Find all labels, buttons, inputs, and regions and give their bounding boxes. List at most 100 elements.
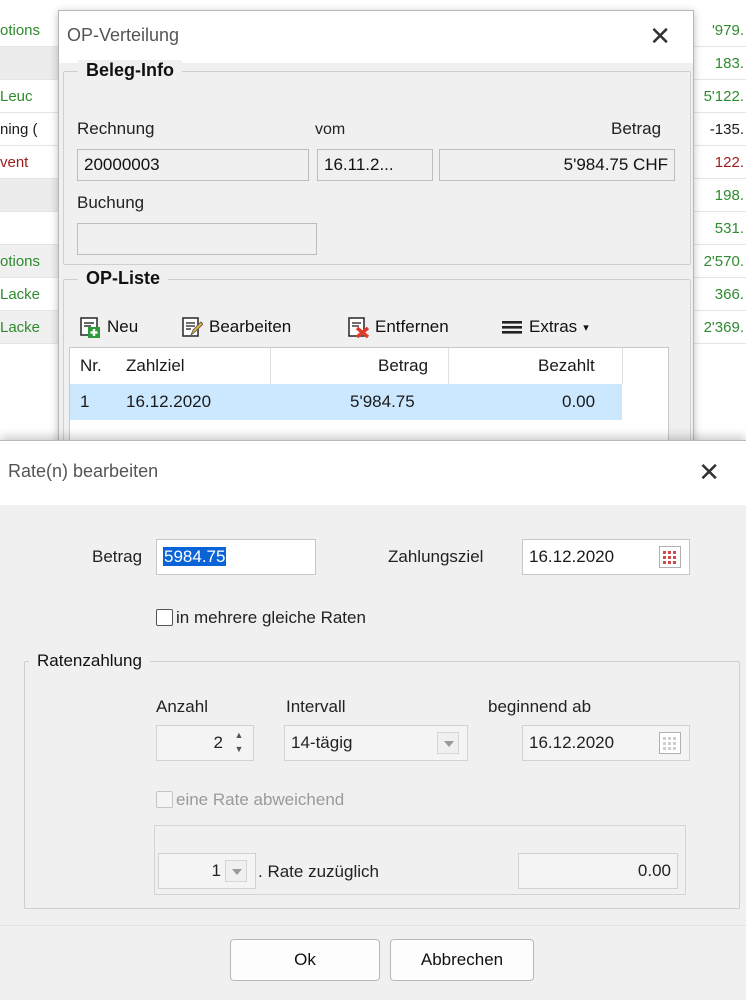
op-liste-table: Nr. Zahlziel Betrag Bezahlt 1 16.12.2020… [69,347,669,451]
background-row[interactable]: ning ( [0,113,62,146]
intervall-value: 14-tägig [291,733,353,752]
background-amount-cell[interactable]: 531. [688,212,746,245]
buchung-label: Buchung [77,193,145,212]
col-betrag-header[interactable]: Betrag [378,356,428,376]
rate-dialog-close-icon[interactable]: ✕ [698,457,720,488]
chevron-down-icon[interactable] [437,732,459,754]
background-amount-cell[interactable]: 5'122. [688,80,746,113]
anzahl-value: 2 [213,733,223,752]
ok-button[interactable]: Ok [230,939,380,981]
op-liste-toolbar: Neu Bearbeiten Entfernen Extras ▾ [69,307,669,347]
chevron-down-icon[interactable] [225,860,247,882]
extras-button[interactable]: Extras ▾ [501,313,589,341]
op-dialog-titlebar: OP-Verteilung ✕ [59,11,693,63]
zahlungsziel-label: Zahlungsziel [388,547,484,566]
anzahl-stepper[interactable]: 2 ▲ ▼ [156,725,254,761]
bearbeiten-button[interactable]: Bearbeiten [181,313,291,341]
calendar-icon[interactable] [659,732,681,754]
calendar-icon[interactable] [659,546,681,568]
rate-zuzueglich-label: . Rate zuzüglich [258,862,379,881]
background-row[interactable]: otions [0,14,62,47]
rate-bearbeiten-dialog: Rate(n) bearbeiten ✕ Betrag 5984.75 Zahl… [0,440,746,1000]
anzahl-label: Anzahl [156,697,208,716]
spinner-arrows-icon[interactable]: ▲ ▼ [231,729,247,757]
background-amount-cell[interactable]: 183. [688,47,746,80]
mehrere-raten-checkbox[interactable] [156,609,173,626]
beginnend-input[interactable]: 16.12.2020 [522,725,690,761]
vom-label: vom [315,121,346,138]
op-dialog-title: OP-Verteilung [67,25,180,45]
betrag-label: Betrag [611,119,662,138]
background-row[interactable]: otions [0,245,62,278]
background-row[interactable] [0,212,62,245]
hamburger-menu-icon [501,316,523,338]
abweichend-label: eine Rate abweichend [176,790,345,809]
background-amount-cell[interactable]: -135. [688,113,746,146]
background-row[interactable]: Lacke [0,311,62,344]
background-left-column: otions Leuc ning (vent otions Lacke Lacke [0,0,62,440]
beginnend-label: beginnend ab [488,697,592,716]
background-row[interactable]: Leuc [0,80,62,113]
col-bezahlt-header[interactable]: Bezahlt [538,356,595,376]
op-liste-header: Nr. Zahlziel Betrag Bezahlt [70,348,668,384]
background-row[interactable]: Lacke [0,278,62,311]
add-document-icon [79,316,101,338]
abweichend-checkbox[interactable] [156,791,173,808]
delete-document-icon [347,316,370,339]
bearbeiten-label: Bearbeiten [209,317,292,336]
intervall-select[interactable]: 14-tägig [284,725,468,761]
background-row[interactable] [0,179,62,212]
background-amount-cell[interactable]: '979. [688,14,746,47]
column-separator [448,348,449,384]
cell-bezahlt: 0.00 [562,392,596,411]
entfernen-button[interactable]: Entfernen [347,313,449,341]
neu-label: Neu [107,317,139,336]
extras-dropdown-arrow-icon: ▾ [583,321,589,334]
abbrechen-button[interactable]: Abbrechen [390,939,534,981]
betrag-input-value: 5984.75 [163,547,227,566]
op-dialog-close-icon[interactable]: ✕ [649,21,671,52]
ratenzahlung-legend: Ratenzahlung [29,651,150,671]
zuzueglich-input[interactable]: 0.00 [518,853,678,889]
background-amount-cell[interactable]: 2'369. [688,311,746,344]
betrag-label: Betrag [92,547,143,566]
col-zahlziel-header[interactable]: Zahlziel [126,356,185,376]
rechnung-field: 20000003 [77,149,309,181]
entfernen-label: Entfernen [375,317,449,336]
table-row[interactable]: 1 16.12.2020 5'984.75 0.00 [70,384,622,420]
col-nr-header[interactable]: Nr. [80,356,102,376]
rate-dialog-title: Rate(n) bearbeiten [8,461,159,481]
column-separator [622,348,623,384]
beleg-info-legend: Beleg-Info [78,60,182,81]
extras-label: Extras [529,317,578,336]
op-liste-legend: OP-Liste [78,268,169,289]
beginnend-value: 16.12.2020 [529,733,615,752]
edit-document-icon [181,316,204,338]
buchung-field [77,223,317,255]
background-amount-cell[interactable]: 122. [688,146,746,179]
rate-nr-value: 1 [211,861,221,880]
neu-button[interactable]: Neu [79,313,138,341]
betrag-field: 5'984.75 CHF [439,149,675,181]
cell-nr: 1 [80,392,90,411]
betrag-input[interactable]: 5984.75 [156,539,316,575]
cell-betrag: 5'984.75 [350,392,415,411]
background-amount-cell[interactable]: 2'570. [688,245,746,278]
rechnung-label: Rechnung [77,119,155,138]
zahlungsziel-input[interactable]: 16.12.2020 [522,539,690,575]
background-right-column: '979. 183. 5'122. -135. 122. 198. 531. 2'570. 36… [688,0,746,440]
zuzueglich-value: 0.00 [637,861,671,880]
zahlungsziel-value: 16.12.2020 [529,547,615,566]
op-verteilung-dialog: OP-Verteilung ✕ Beleg-Info Rechnung vom … [58,10,694,451]
mehrere-raten-label: in mehrere gleiche Raten [176,608,366,627]
rate-nr-select[interactable]: 1 [158,853,256,889]
column-separator [270,348,271,384]
cell-zahlziel: 16.12.2020 [126,392,212,411]
background-row[interactable]: vent [0,146,62,179]
background-amount-cell[interactable]: 198. [688,179,746,212]
background-row[interactable] [0,47,62,80]
background-amount-cell[interactable]: 366. [688,278,746,311]
intervall-label: Intervall [286,697,346,716]
vom-field: 16.11.2... [317,149,433,181]
rate-dialog-titlebar: Rate(n) bearbeiten ✕ [0,441,746,505]
